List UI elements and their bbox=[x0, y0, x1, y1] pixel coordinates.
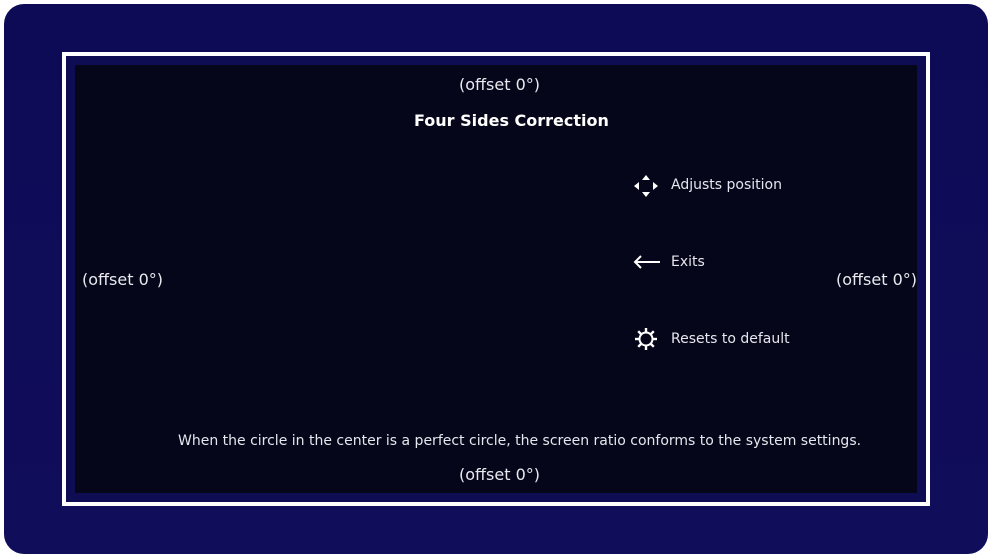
four-direction-arrows-icon bbox=[634, 175, 658, 197]
ratio-note: When the circle in the center is a perfe… bbox=[178, 433, 862, 449]
offset-left-label: (offset 0°) bbox=[82, 270, 164, 289]
left-arrow-icon bbox=[633, 255, 660, 269]
gear-icon bbox=[635, 328, 657, 350]
offset-top-label: (offset 0°) bbox=[459, 75, 541, 94]
offset-bottom-label: (offset 0°) bbox=[459, 465, 541, 484]
legend-label-adjust: Adjusts position bbox=[671, 177, 782, 193]
page-title: Four Sides Correction bbox=[414, 111, 609, 130]
legend-label-reset: Resets to default bbox=[671, 331, 790, 347]
offset-right-label: (offset 0°) bbox=[836, 270, 918, 289]
legend-label-exits: Exits bbox=[671, 254, 705, 270]
